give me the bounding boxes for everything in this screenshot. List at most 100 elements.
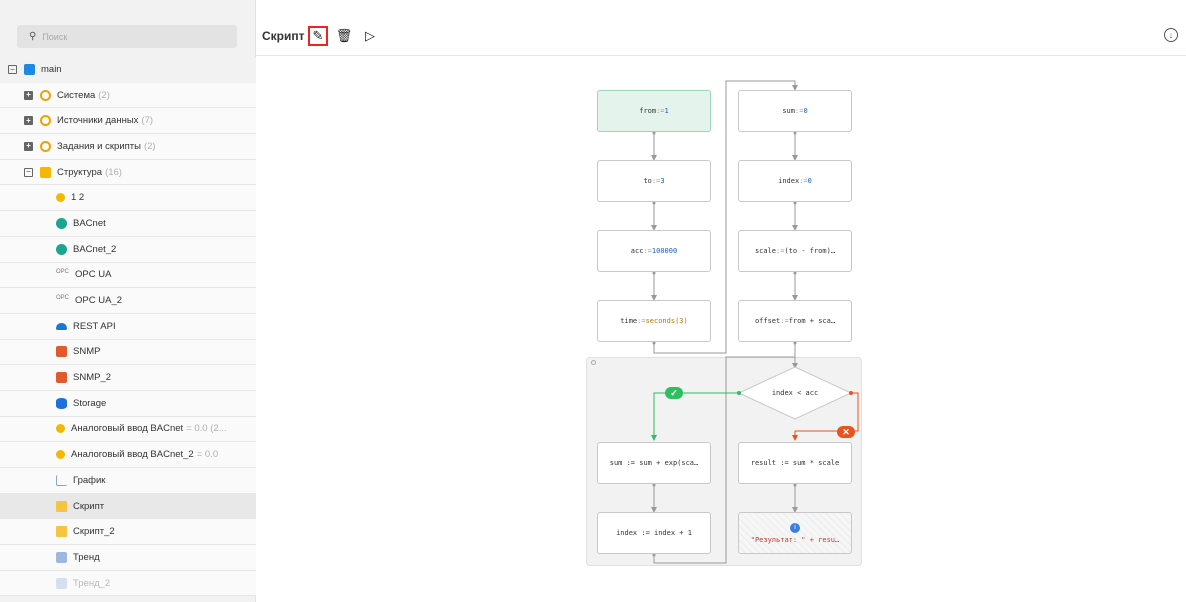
tree-label: Структура	[57, 166, 103, 178]
flow-node-index-increment[interactable]: index := index + 1	[597, 512, 711, 554]
tree-item[interactable]: Тренд_2	[0, 570, 256, 597]
script-icon	[56, 500, 67, 512]
flow-node-time[interactable]: time := seconds(3)	[597, 300, 711, 342]
node-op: :=	[643, 247, 652, 255]
tree-label: Источники данных	[57, 115, 139, 127]
info-icon: i	[790, 522, 800, 533]
delete-icon[interactable]: 🗑	[334, 26, 354, 46]
node-value: from + sca…	[788, 317, 836, 325]
flow-node-output[interactable]: i "Результат: " + resu…	[738, 512, 852, 554]
flow-node-result[interactable]: result := sum * scale	[738, 442, 852, 484]
flow-node-index[interactable]: index := 0	[738, 160, 852, 202]
node-text: sum := sum + exp(sca…	[609, 459, 699, 467]
node-value: 100000	[651, 247, 678, 255]
tree-label: BACnet_2	[73, 243, 117, 255]
search-input[interactable]	[42, 31, 223, 42]
flow-node-from[interactable]: from := 1	[597, 90, 711, 132]
flow-condition[interactable]: index < acc	[740, 389, 850, 397]
true-branch-badge: ✓	[665, 387, 683, 399]
sidebar: ⚲ − main + Система (2) + Источники данны…	[0, 0, 256, 602]
tree-item[interactable]: График	[0, 468, 256, 494]
tree-label: SNMP	[73, 346, 101, 358]
tree-group-system[interactable]: + Система (2)	[0, 82, 256, 109]
tree-label: График	[73, 474, 106, 486]
gear-icon	[40, 140, 51, 152]
tree-item[interactable]: Storage	[0, 390, 256, 417]
database-icon	[24, 64, 35, 76]
run-icon[interactable]: ▷	[360, 26, 380, 46]
node-value: 0	[807, 177, 812, 185]
node-value: 3	[660, 177, 665, 185]
node-op: :=	[651, 177, 661, 185]
tree-item[interactable]: BACnet	[0, 211, 256, 237]
node-var: sum	[782, 107, 795, 115]
tree-label: Тренд_2	[73, 577, 111, 589]
tree-item[interactable]: BACnet_2	[0, 236, 256, 263]
tree-label: 1 2	[71, 192, 85, 204]
flow-node-acc[interactable]: acc := 100000	[597, 230, 711, 272]
tree-item[interactable]: OPC OPC UA_2	[0, 288, 256, 314]
main-panel: Скрипт ✎ 🗑 ▷ ↓ from:= 1 to:= 3 acc:= …	[256, 0, 1186, 602]
opc-icon: OPC	[56, 295, 70, 302]
node-text: index := index + 1	[616, 529, 692, 537]
flow-node-scale[interactable]: scale := (to - from)…	[738, 230, 852, 272]
download-icon[interactable]: ↓	[1164, 28, 1178, 42]
trend-icon	[56, 551, 67, 563]
tree-item-selected[interactable]: Скрипт	[0, 493, 256, 520]
flow-node-offset[interactable]: offset := from + sca…	[738, 300, 852, 342]
tree-item[interactable]: Аналоговый ввод BACnet = 0.0 (2...	[0, 416, 256, 443]
tree-label: Аналоговый ввод BACnet	[71, 423, 184, 435]
collapse-icon[interactable]: −	[8, 65, 17, 75]
node-value: seconds(3)	[645, 317, 688, 325]
chart-icon	[56, 474, 67, 486]
tree-label: Задания и скрипты	[57, 140, 141, 152]
tree-label: Скрипт_2	[73, 526, 115, 538]
node-text: "Результат: " + resu…	[750, 535, 840, 544]
tree-label: Storage	[73, 397, 107, 409]
snmp-icon	[56, 372, 67, 384]
tree-item[interactable]: SNMP	[0, 339, 256, 366]
page-title: Скрипт	[262, 29, 305, 43]
app-window: ⚲ − main + Система (2) + Источники данны…	[0, 0, 1186, 602]
expand-icon[interactable]: +	[24, 90, 33, 100]
node-var: to	[643, 177, 652, 185]
tree-group-datasources[interactable]: + Источники данных (7)	[0, 108, 256, 135]
cloud-icon	[56, 322, 67, 330]
tree-item[interactable]: Скрипт_2	[0, 519, 256, 546]
node-value: 0	[803, 107, 808, 115]
snmp-icon	[56, 346, 67, 358]
tree-label: main	[41, 64, 62, 76]
tree-label: OPC UA_2	[75, 295, 123, 307]
tree-root-main[interactable]: − main	[0, 57, 256, 83]
edit-icon[interactable]: ✎	[308, 26, 328, 46]
tree-item[interactable]: Тренд	[0, 545, 256, 571]
search-box[interactable]: ⚲	[17, 25, 237, 48]
trend-icon	[56, 577, 67, 589]
tree-group-structure[interactable]: − Структура (16)	[0, 159, 256, 186]
tree: − main + Система (2) + Источники данных …	[0, 57, 256, 597]
tree-group-tasks[interactable]: + Задания и скрипты (2)	[0, 134, 256, 160]
tree-item[interactable]: Аналоговый ввод BACnet_2 = 0.0	[0, 442, 256, 468]
flowchart-canvas[interactable]: from := 1 to := 3 acc := 100000 time := …	[256, 57, 1186, 602]
flow-node-to[interactable]: to := 3	[597, 160, 711, 202]
flow-node-sum-update[interactable]: sum := sum + exp(sca…	[597, 442, 711, 484]
node-var: time	[620, 317, 638, 325]
node-var: scale	[754, 247, 777, 255]
flow-node-sum[interactable]: sum := 0	[738, 90, 852, 132]
tree-item[interactable]: 1 2	[0, 185, 256, 212]
tree-label: BACnet	[73, 217, 106, 229]
collapse-icon[interactable]: −	[24, 167, 33, 177]
tree-label: SNMP_2	[73, 372, 112, 384]
tree-item[interactable]: REST API	[0, 313, 256, 340]
sensor-icon	[56, 424, 65, 434]
tree-value: = 0.0 (2...	[186, 423, 227, 435]
tree-label: Скрипт	[73, 500, 105, 512]
tree-item[interactable]: OPC OPC UA	[0, 262, 256, 289]
tree-count: (16)	[105, 166, 122, 178]
expand-icon[interactable]: +	[24, 116, 33, 126]
tree-item[interactable]: SNMP_2	[0, 365, 256, 391]
tree-count: (2)	[143, 140, 156, 152]
expand-icon[interactable]: +	[24, 141, 33, 151]
tree-label: REST API	[73, 320, 116, 332]
tree-label: OPC UA	[75, 269, 112, 281]
